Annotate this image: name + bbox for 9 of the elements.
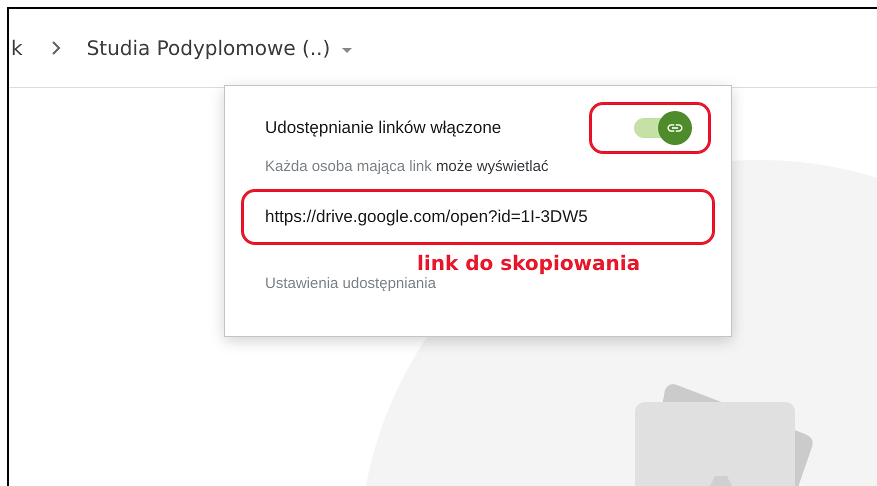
- chevron-icon: [50, 41, 61, 55]
- sharing-label: Udostępnianie linków włączone: [265, 118, 502, 138]
- link-field[interactable]: https://drive.google.com/open?id=1I-3DW5: [265, 207, 588, 227]
- annotation-note: link do skopiowania: [417, 251, 642, 275]
- sharing-settings-link[interactable]: Ustawienia udostępniania: [241, 275, 711, 292]
- access-description: Każda osoba mająca link może wyświetlać: [264, 158, 550, 175]
- breadcrumb-item[interactable]: Studia Podyplomowe (..): [86, 36, 330, 60]
- caret-icon[interactable]: [342, 48, 352, 52]
- breadcrumb-item[interactable]: k: [11, 36, 23, 60]
